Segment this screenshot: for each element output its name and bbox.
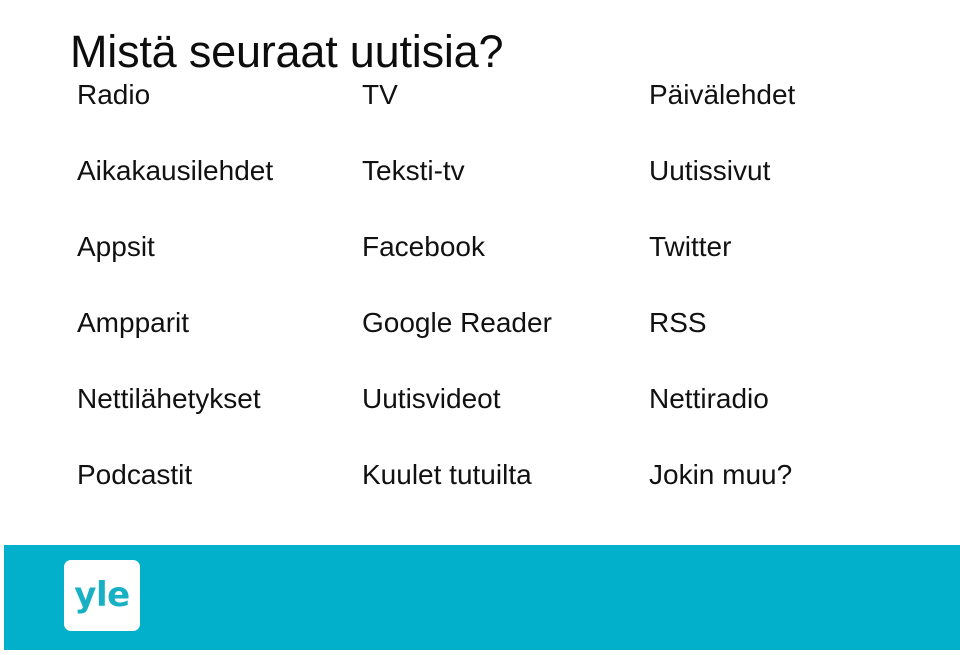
options-table: Radio TV Päivälehdet Aikakausilehdet Tek… [0, 78, 960, 534]
table-cell-uutisvideot: Uutisvideot [362, 383, 501, 414]
table-cell-jokin-muu: Jokin muu? [649, 459, 793, 490]
table-cell-podcastit: Podcastit [77, 459, 193, 490]
table-cell-teksti-tv: Teksti-tv [362, 155, 465, 186]
table-cell-facebook: Facebook [362, 231, 485, 262]
table-cell-uutissivut: Uutissivut [649, 155, 771, 186]
footer-band: yle [4, 545, 960, 650]
table-cell-rss: RSS [649, 307, 707, 338]
table-cell-aikakausilehdet: Aikakausilehdet [77, 155, 274, 186]
table-row: Appsit Facebook Twitter [0, 230, 960, 306]
page-title: Mistä seuraat uutisia? [70, 26, 504, 78]
table-row: Aikakausilehdet Teksti-tv Uutissivut [0, 154, 960, 230]
slide-canvas: Mistä seuraat uutisia? Radio TV Päiväleh… [0, 0, 960, 655]
table-row: Podcastit Kuulet tutuilta Jokin muu? [0, 458, 960, 534]
yle-logo-wordmark: yle [74, 574, 130, 615]
table-cell-ampparit: Ampparit [77, 307, 190, 338]
table-row: Nettilähetykset Uutisvideot Nettiradio [0, 382, 960, 458]
table-cell-nettiradio: Nettiradio [649, 383, 769, 414]
table-cell-radio: Radio [77, 79, 151, 110]
table-cell-twitter: Twitter [649, 231, 732, 262]
table-cell-kuulet-tutuilta: Kuulet tutuilta [362, 459, 532, 490]
yle-logo: yle [64, 560, 140, 631]
table-cell-nettilahetykset: Nettilähetykset [77, 383, 261, 414]
table-cell-paivalehdet: Päivälehdet [649, 79, 796, 110]
table-cell-appsit: Appsit [77, 231, 155, 262]
table-cell-google-reader: Google Reader [362, 307, 552, 338]
table-cell-tv: TV [362, 79, 398, 110]
table-row: Radio TV Päivälehdet [0, 78, 960, 154]
table-row: Ampparit Google Reader RSS [0, 306, 960, 382]
